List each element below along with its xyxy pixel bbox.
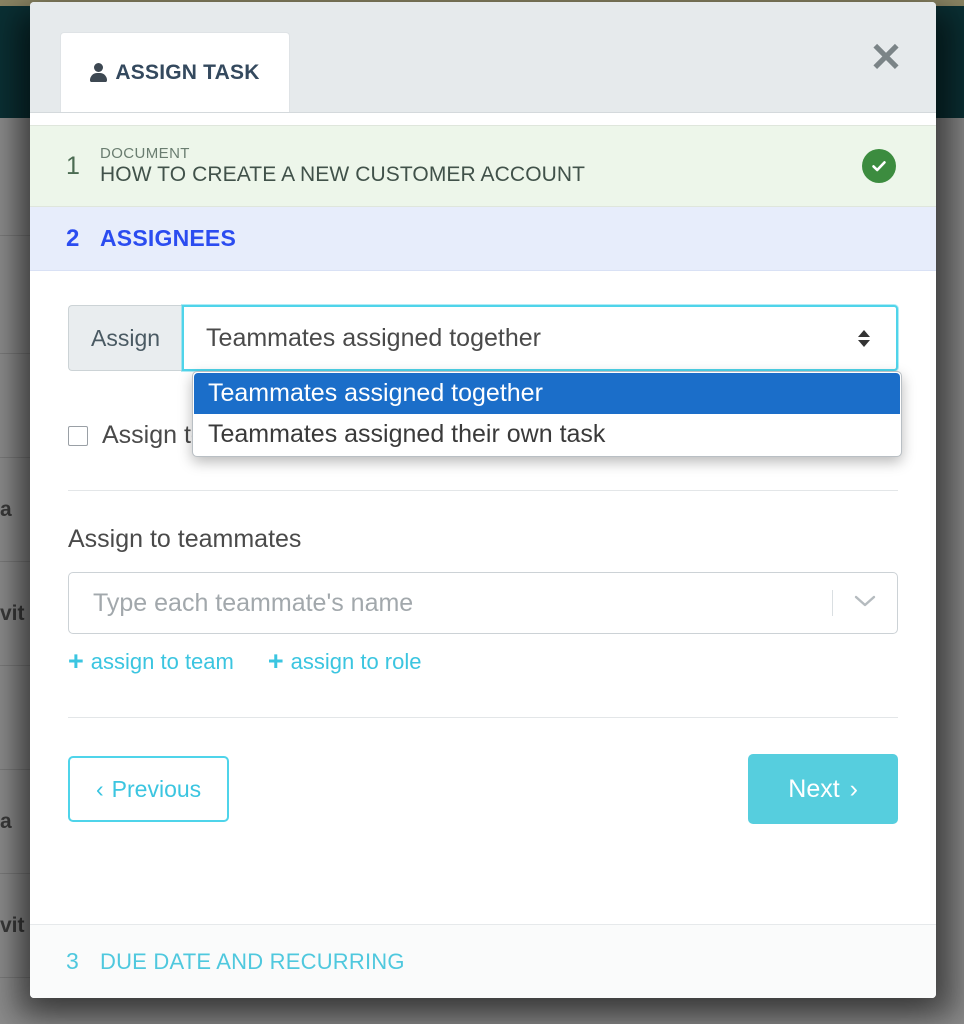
- tab-assign-task-label: ASSIGN TASK: [115, 60, 260, 84]
- person-icon: [90, 63, 108, 82]
- step-due-date-and-recurring[interactable]: 3 DUE DATE AND RECURRING: [30, 924, 936, 998]
- step-document-kicker: DOCUMENT: [100, 145, 190, 162]
- assign-to-teammates-label: Assign to teammates: [68, 525, 302, 553]
- teammates-separator: [832, 590, 833, 616]
- next-button-label: Next: [788, 774, 840, 803]
- assign-task-modal: ASSIGN TASK ✕ 1 DOCUMENT HOW TO CREATE A…: [30, 2, 936, 998]
- step-due-date-number: 3: [66, 948, 79, 974]
- step-document-texts: DOCUMENT HOW TO CREATE A NEW CUSTOMER AC…: [100, 145, 585, 187]
- header-gap: [30, 113, 936, 125]
- assignees-panel: Assign Teammates assigned together Teamm…: [30, 271, 936, 924]
- assign-mode-selected-value: Teammates assigned together: [206, 323, 541, 352]
- close-icon[interactable]: ✕: [864, 36, 908, 80]
- chevron-down-icon[interactable]: [851, 592, 879, 615]
- tab-assign-task[interactable]: ASSIGN TASK: [60, 32, 290, 112]
- next-button[interactable]: Next ›: [748, 754, 898, 824]
- assign-to-team-label: assign to team: [90, 648, 234, 674]
- assign-mode-addon-label: Assign: [68, 305, 183, 371]
- select-spinner-icon: [858, 329, 870, 347]
- divider-above-teammates: [68, 490, 898, 491]
- chevron-left-icon: ‹: [96, 775, 104, 802]
- chevron-right-icon: ›: [849, 774, 858, 803]
- divider-above-nav: [68, 717, 898, 718]
- previous-button[interactable]: ‹ Previous: [68, 756, 230, 822]
- assign-mode-group: Assign Teammates assigned together: [68, 305, 898, 371]
- add-links-row: + assign to team + assign to role: [68, 648, 898, 675]
- step-document-number: 1: [66, 151, 80, 180]
- assign-to-role-label: assign to role: [290, 648, 422, 674]
- teammates-input[interactable]: Type each teammate's name: [68, 572, 898, 634]
- step-assignees-number: 2: [66, 224, 80, 252]
- plus-icon: +: [68, 646, 84, 676]
- modal-header: ASSIGN TASK ✕: [30, 2, 936, 113]
- step-assignees[interactable]: 2 ASSIGNEES: [30, 207, 936, 271]
- step-document-title: HOW TO CREATE A NEW CUSTOMER ACCOUNT: [100, 163, 586, 186]
- assign-mode-select[interactable]: Teammates assigned together: [182, 305, 898, 371]
- assign-mode-option-list[interactable]: Teammates assigned together Teammates as…: [192, 371, 902, 457]
- previous-button-label: Previous: [111, 775, 202, 802]
- check-circle-icon: [862, 149, 896, 183]
- assign-to-role-link[interactable]: + assign to role: [268, 648, 422, 675]
- nav-buttons-row: ‹ Previous Next ›: [68, 754, 898, 824]
- assign-to-team-link[interactable]: + assign to team: [68, 648, 234, 675]
- plus-icon: +: [267, 646, 284, 676]
- assign-mode-option-own-task[interactable]: Teammates assigned their own task: [194, 414, 900, 455]
- teammates-placeholder: Type each teammate's name: [93, 588, 414, 617]
- step-assignees-label: ASSIGNEES: [100, 225, 237, 251]
- step-due-date-label: DUE DATE AND RECURRING: [100, 948, 405, 974]
- step-document[interactable]: 1 DOCUMENT HOW TO CREATE A NEW CUSTOMER …: [30, 125, 936, 207]
- steps-and-lanes-checkbox[interactable]: [68, 425, 88, 446]
- assign-mode-option-together[interactable]: Teammates assigned together: [194, 373, 900, 414]
